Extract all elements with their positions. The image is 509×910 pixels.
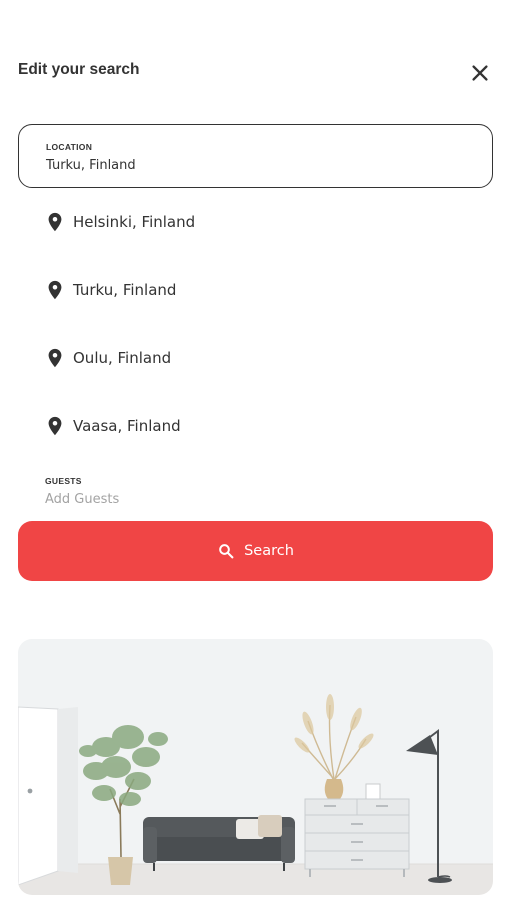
header: Edit your search bbox=[18, 58, 493, 86]
suggestion-label: Helsinki, Finland bbox=[73, 213, 196, 231]
location-pin-icon bbox=[48, 280, 62, 300]
suggestion-item[interactable]: Oulu, Finland bbox=[44, 342, 171, 374]
search-button-label: Search bbox=[244, 543, 294, 559]
hero-image bbox=[18, 639, 493, 895]
suggestion-label: Turku, Finland bbox=[73, 281, 177, 299]
suggestion-item[interactable]: Turku, Finland bbox=[44, 274, 176, 306]
close-icon[interactable] bbox=[469, 62, 491, 84]
living-room-image bbox=[18, 639, 493, 895]
location-input[interactable]: Turku, Finland bbox=[46, 158, 136, 173]
guests-input[interactable]: Add Guests bbox=[45, 492, 119, 507]
guests-label: GUESTS bbox=[45, 476, 82, 486]
suggestion-label: Vaasa, Finland bbox=[73, 417, 181, 435]
location-pin-icon bbox=[48, 212, 62, 232]
guests-field[interactable]: GUESTS Add Guests bbox=[45, 476, 119, 507]
location-label: LOCATION bbox=[46, 142, 93, 152]
suggestion-item[interactable]: Helsinki, Finland bbox=[44, 206, 195, 238]
suggestion-label: Oulu, Finland bbox=[73, 349, 172, 367]
page-title: Edit your search bbox=[18, 61, 140, 78]
search-button[interactable]: Search bbox=[18, 521, 493, 581]
search-icon bbox=[219, 544, 234, 559]
suggestion-item[interactable]: Vaasa, Finland bbox=[44, 410, 181, 442]
location-field[interactable]: LOCATION Turku, Finland bbox=[18, 124, 493, 188]
location-pin-icon bbox=[48, 416, 62, 436]
location-pin-icon bbox=[48, 348, 62, 368]
